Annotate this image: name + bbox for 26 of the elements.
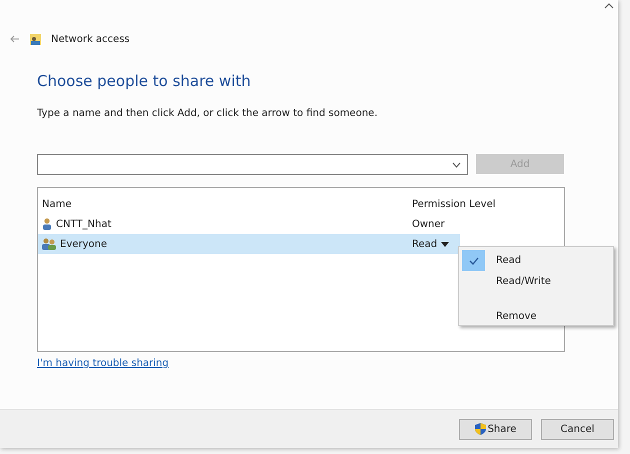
user-name: Everyone [60, 238, 108, 250]
dropdown-arrow-icon[interactable] [441, 242, 450, 246]
back-arrow-icon[interactable] [10, 35, 20, 43]
cancel-button[interactable]: Cancel [541, 418, 614, 440]
share-button[interactable]: Share [459, 418, 532, 440]
list-row[interactable]: CNTT_Nhat Owner [38, 214, 564, 234]
heading: Choose people to share with [37, 72, 252, 90]
chevron-down-icon[interactable] [452, 162, 461, 168]
trouble-sharing-link[interactable]: I'm having trouble sharing [37, 358, 169, 369]
shield-icon [474, 423, 486, 435]
menu-item[interactable]: Read [462, 250, 610, 271]
user-name: CNTT_Nhat [56, 218, 112, 230]
permission-level[interactable]: Read [412, 238, 438, 250]
column-header: Name [41, 198, 73, 210]
user-icon [42, 218, 52, 230]
network-folder-icon [30, 34, 41, 44]
instruction-text: Type a name and then click Add, or click the arrow to find someone. [37, 108, 378, 119]
users-icon [42, 238, 56, 250]
menu-item[interactable]: Remove [462, 306, 610, 327]
window-title: Network access [51, 34, 130, 44]
name-combo-field[interactable] [37, 154, 468, 175]
menu-item[interactable]: Read/Write [462, 271, 610, 292]
list-row[interactable]: Everyone Read [38, 234, 460, 254]
column-header: Permission Level [411, 198, 497, 210]
permission-level: Owner [412, 218, 445, 230]
close-icon[interactable] [604, 3, 614, 9]
